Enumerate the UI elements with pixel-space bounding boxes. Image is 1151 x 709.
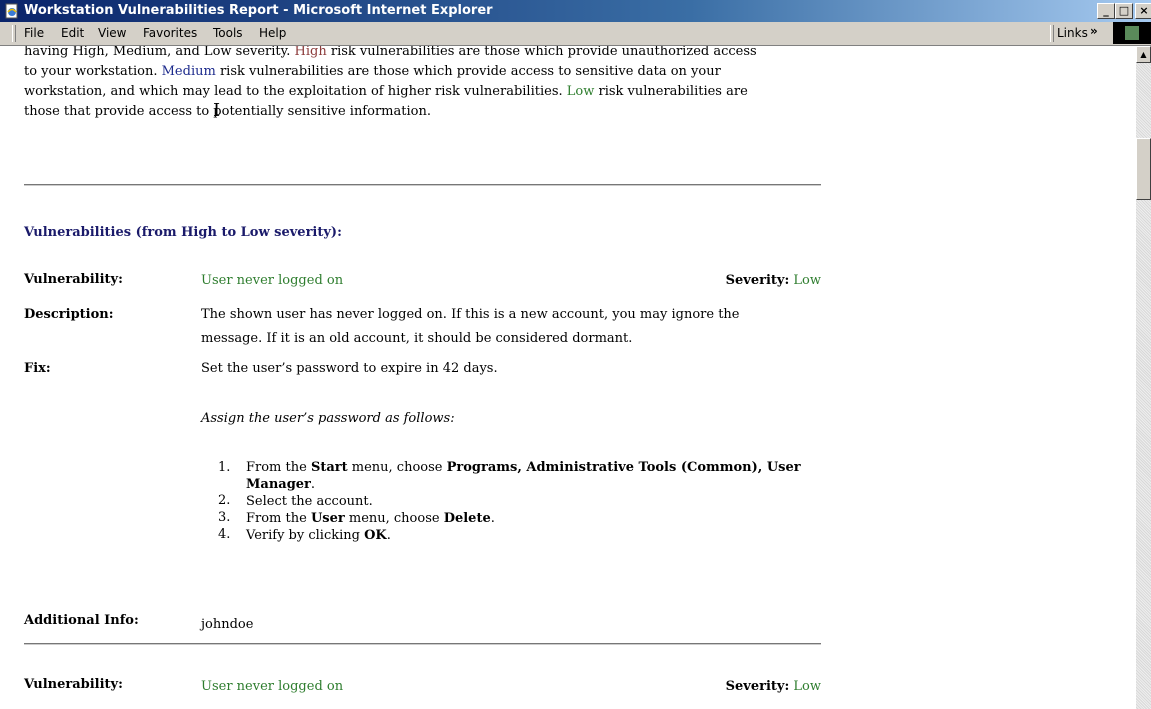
divider xyxy=(24,643,821,645)
step-bold: OK xyxy=(364,528,387,543)
severity-value: Low xyxy=(793,679,821,694)
additional-info-label: Additional Info: xyxy=(24,613,139,628)
step-4: Verify by clicking OK. xyxy=(246,527,391,544)
intro-line-1: having High, Medium, and Low severity. H… xyxy=(24,46,824,61)
links-grip[interactable] xyxy=(1050,25,1054,42)
intro-line-2: to your workstation. Medium risk vulnera… xyxy=(24,63,824,81)
scroll-up-button[interactable]: ▲ xyxy=(1136,46,1151,63)
vulnerability-label: Vulnerability: xyxy=(24,272,123,287)
step-text: menu, choose xyxy=(347,460,447,475)
intro-text: to your workstation. xyxy=(24,64,162,79)
intro-text: risk vulnerabilities are xyxy=(594,84,748,99)
close-button[interactable]: × xyxy=(1135,3,1151,19)
description-label: Description: xyxy=(24,307,114,322)
intro-line-3: workstation, and which may lead to the e… xyxy=(24,83,824,101)
step-1: From the Start menu, choose Programs, Ad… xyxy=(246,459,801,476)
severity-high-word: High xyxy=(294,46,327,59)
title-bar: Workstation Vulnerabilities Report - Mic… xyxy=(0,0,1151,22)
up-arrow-icon: ▲ xyxy=(1140,50,1147,59)
step-number: 3. xyxy=(218,510,231,525)
links-label[interactable]: Links xyxy=(1057,26,1088,40)
links-chevron-icon[interactable]: » xyxy=(1090,24,1098,38)
step-3: From the User menu, choose Delete. xyxy=(246,510,495,527)
fix-subheading: Assign the user’s password as follows: xyxy=(201,411,455,426)
step-text: Verify by clicking xyxy=(246,528,365,543)
severity-field: Severity: Low xyxy=(700,679,821,694)
step-2: Select the account. xyxy=(246,494,373,509)
intro-text: risk vulnerabilities are those which pro… xyxy=(326,46,757,59)
severity-low-word: Low xyxy=(566,84,595,99)
toolbar-grip[interactable] xyxy=(12,25,16,42)
step-bold: Start xyxy=(310,460,348,475)
section-heading: Vulnerabilities (from High to Low severi… xyxy=(24,225,342,240)
menu-tools[interactable]: Tools xyxy=(213,26,243,40)
page-content: having High, Medium, and Low severity. H… xyxy=(0,46,1136,709)
step-bold: User xyxy=(310,511,345,526)
maximize-button[interactable]: □ xyxy=(1115,3,1133,19)
intro-text: having High, Medium, and Low severity. xyxy=(24,46,291,59)
step-text: . xyxy=(490,511,495,526)
step-number: 2. xyxy=(218,493,231,508)
step-number: 1. xyxy=(218,460,231,475)
menu-edit[interactable]: Edit xyxy=(61,26,84,40)
fix-text: Set the user’s password to expire in 42 … xyxy=(201,361,498,376)
vulnerability-label: Vulnerability: xyxy=(24,677,123,692)
step-number: 4. xyxy=(218,527,231,542)
vulnerability-name: User never logged on xyxy=(201,679,344,694)
vulnerability-name: User never logged on xyxy=(201,273,344,288)
minimize-button[interactable]: _ xyxy=(1097,3,1115,19)
step-text: . xyxy=(310,477,316,492)
menu-help[interactable]: Help xyxy=(259,26,286,40)
description-line-1: The shown user has never logged on. If t… xyxy=(201,307,740,322)
window-title: Workstation Vulnerabilities Report - Mic… xyxy=(24,3,493,18)
additional-info-value: johndoe xyxy=(201,617,254,632)
maximize-icon: □ xyxy=(1118,4,1130,17)
divider xyxy=(24,184,821,186)
close-icon: × xyxy=(1139,4,1149,17)
step-bold: Programs, Administrative Tools (Common),… xyxy=(446,460,801,475)
step-bold: Delete xyxy=(443,511,491,526)
vertical-scrollbar[interactable]: ▲ xyxy=(1136,46,1151,709)
windows-logo-throbber xyxy=(1113,22,1151,44)
step-bold: Manager xyxy=(246,477,311,492)
ie-page-icon xyxy=(5,3,18,19)
intro-text: risk vulnerabilities are those which pro… xyxy=(215,64,721,79)
step-text: From the xyxy=(246,460,311,475)
menu-view[interactable]: View xyxy=(98,26,126,40)
menu-file[interactable]: File xyxy=(24,26,44,40)
menu-bar: File Edit View Favorites Tools Help Link… xyxy=(0,22,1151,46)
severity-field: Severity: Low xyxy=(700,273,821,288)
step-text: From the xyxy=(246,511,311,526)
intro-text: workstation, and which may lead to the e… xyxy=(24,84,567,99)
severity-value: Low xyxy=(793,273,821,288)
text-cursor-icon: I xyxy=(213,100,221,121)
step-1-continued: Manager. xyxy=(246,476,315,493)
severity-label: Severity: xyxy=(725,679,790,694)
windows-logo-icon xyxy=(1125,26,1139,40)
scroll-thumb[interactable] xyxy=(1136,138,1151,200)
intro-line-4: those that provide access to potentially… xyxy=(24,104,431,119)
step-text: menu, choose xyxy=(344,511,444,526)
fix-label: Fix: xyxy=(24,361,51,376)
minimize-icon: _ xyxy=(1103,4,1109,17)
severity-medium-word: Medium xyxy=(161,64,216,79)
severity-label: Severity: xyxy=(725,273,790,288)
description-line-2: message. If it is an old account, it sho… xyxy=(201,331,633,346)
step-text: . xyxy=(386,528,391,543)
menu-favorites[interactable]: Favorites xyxy=(143,26,197,40)
